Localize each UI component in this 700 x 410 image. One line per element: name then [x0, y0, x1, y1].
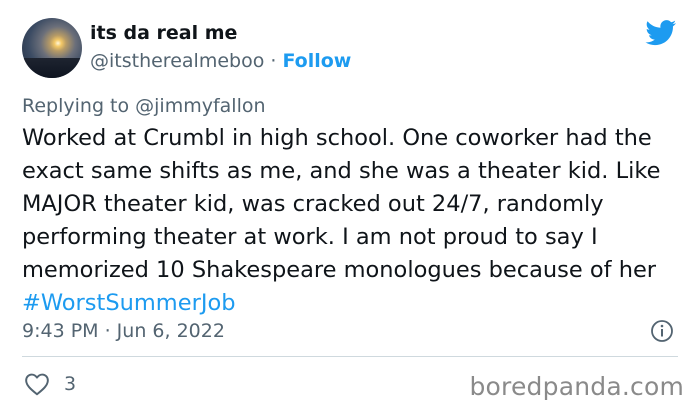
replying-to: Replying to @jimmyfallon [22, 95, 266, 117]
avatar[interactable] [22, 18, 82, 78]
like-count: 3 [64, 373, 77, 395]
author-handle[interactable]: @itstherealmeboo [90, 50, 264, 72]
watermark: boredpanda.com [469, 372, 684, 401]
reply-mention-link[interactable]: @jimmyfallon [135, 95, 265, 117]
twitter-bird-icon[interactable] [645, 20, 677, 46]
info-icon[interactable] [650, 319, 674, 343]
author-display-name[interactable]: its da real me [90, 22, 237, 44]
tweet-text: Worked at Crumbl in high school. One cow… [22, 125, 661, 283]
handle-separator: · [264, 50, 283, 72]
replying-prefix: Replying to [22, 95, 136, 117]
tweet-timestamp[interactable]: 9:43 PM · Jun 6, 2022 [22, 320, 225, 342]
divider [22, 356, 678, 357]
hashtag-link[interactable]: #WorstSummerJob [22, 290, 236, 316]
author-handle-line: @itstherealmeboo · Follow [90, 50, 351, 72]
tweet-body: Worked at Crumbl in high school. One cow… [22, 122, 682, 320]
follow-button[interactable]: Follow [282, 50, 351, 72]
heart-icon[interactable] [24, 372, 50, 396]
